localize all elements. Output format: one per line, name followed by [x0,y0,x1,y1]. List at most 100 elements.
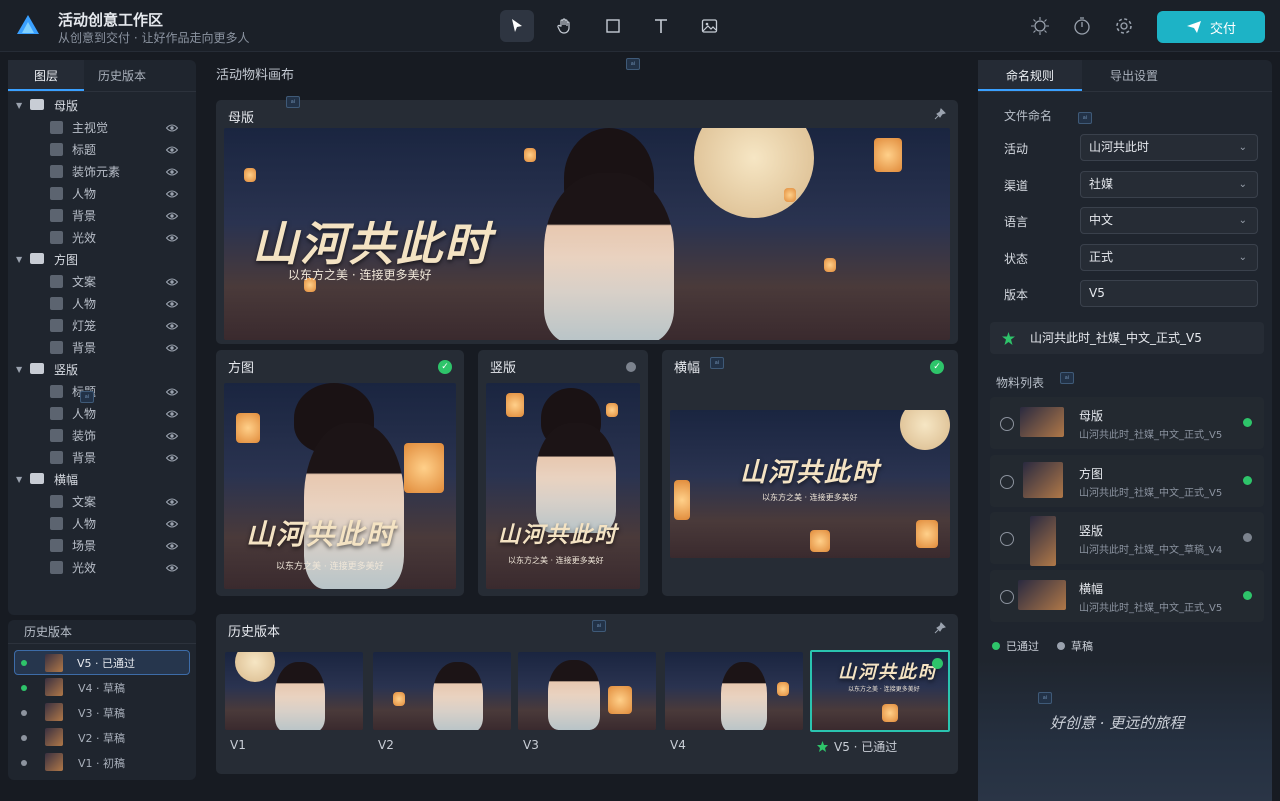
history-item[interactable]: V2 · 草稿 [8,725,196,750]
caret-down-icon[interactable]: ▼ [16,101,22,110]
history-item[interactable]: V1 · 初稿 [8,750,196,775]
eye-icon[interactable] [165,540,179,550]
select-tool[interactable] [500,10,534,42]
layer-item[interactable]: 灯笼 [8,314,196,336]
status-dot [21,709,27,716]
rectangle-tool[interactable] [596,10,630,42]
master-card[interactable]: 母版 山河共此时 以东方之美 · 连接更多美好 [216,100,958,344]
caret-down-icon[interactable]: ▼ [16,365,22,374]
image-tool[interactable] [692,10,726,42]
layer-group[interactable]: ▼ 母版 [8,94,196,116]
layer-group[interactable]: ▼ 竖版 [8,358,196,380]
banner-card[interactable]: 横幅 ✓ 山河共此时 以东方之美 · 连接更多美好 [662,350,958,596]
field-select[interactable]: 中文 ⌄ [1080,207,1258,234]
material-item[interactable]: 横幅 山河共此时_社媒_中文_正式_V5 [990,569,1264,622]
material-item[interactable]: 母版 山河共此时_社媒_中文_正式_V5 [990,397,1264,449]
radio-button[interactable] [1000,589,1014,604]
eye-icon[interactable] [165,430,179,440]
tab-naming-rules[interactable]: 命名规则 [978,60,1082,91]
layer-item[interactable]: 光效 [8,556,196,578]
history-thumb-v3[interactable] [518,652,656,730]
history-thumb-v5[interactable]: 山河共此时 以东方之美 · 连接更多美好 [810,650,950,732]
layer-item[interactable]: 人物 [8,402,196,424]
history-thumb-v1[interactable] [225,652,363,730]
history-item[interactable]: V3 · 草稿 [8,700,196,725]
banner-slogan: 以东方之美 · 连接更多美好 [762,493,858,502]
square-card[interactable]: 方图 ✓ 山河共此时 以东方之美 · 连接更多美好 [216,350,464,596]
layer-item[interactable]: 文案 [8,270,196,292]
field-select[interactable]: 正式 ⌄ [1080,243,1258,271]
material-item[interactable]: 方图 山河共此时_社媒_中文_正式_V5 [990,454,1264,507]
deliver-button[interactable]: 交付 [1157,11,1265,43]
layer-item[interactable]: 人物 [8,512,196,534]
history-thumb [45,703,63,721]
eye-icon[interactable] [165,122,179,132]
history-thumb [45,728,63,746]
eye-icon[interactable] [165,298,179,308]
eye-icon[interactable] [165,320,179,330]
layer-item[interactable]: 装饰元素 [8,160,196,182]
tab-export-settings[interactable]: 导出设置 [1082,60,1186,91]
history-thumb-v2[interactable] [373,652,511,730]
layer-item[interactable]: 装饰 [8,424,196,446]
tab-layers[interactable]: 图层 [8,60,84,91]
hand-tool[interactable] [548,10,582,42]
field-select[interactable]: 社媒 ⌄ [1080,170,1258,198]
eye-icon[interactable] [165,210,179,220]
eye-icon[interactable] [165,496,179,506]
tab-history[interactable]: 历史版本 [84,60,160,91]
history-thumb-v4[interactable] [665,652,803,730]
layer-item[interactable]: 背景 [8,446,196,468]
eye-icon[interactable] [165,342,179,352]
eye-icon[interactable] [165,518,179,528]
history-item[interactable]: V4 · 草稿 [8,675,196,700]
eye-icon[interactable] [165,452,179,462]
layer-item[interactable]: 文案 [8,490,196,512]
eye-icon[interactable] [165,408,179,418]
radio-button[interactable] [1000,417,1014,431]
eye-icon[interactable] [165,188,179,198]
layer-item[interactable]: 标题 [8,380,196,402]
layer-group[interactable]: ▼ 方图 [8,248,196,270]
gear-icon[interactable] [1114,16,1134,36]
pin-icon[interactable] [934,622,946,634]
layer-item[interactable]: 标题 [8,138,196,160]
history-item[interactable]: V5 · 已通过 [14,650,190,675]
layer-item[interactable]: 人物 [8,292,196,314]
field-label: 版本 [1004,288,1029,302]
version-input[interactable]: V5 [1080,280,1258,307]
layer-item[interactable]: 场景 [8,534,196,556]
eye-icon[interactable] [165,232,179,242]
layer-label: 背景 [72,208,97,223]
folder-icon [30,253,44,264]
eye-icon[interactable] [165,144,179,154]
vertical-card[interactable]: 竖版 山河共此时 以东方之美 · 连接更多美好 [478,350,648,596]
material-item[interactable]: 竖版 山河共此时_社媒_中文_草稿_V4 [990,512,1264,566]
sparkle-icon[interactable] [1030,16,1050,36]
caret-down-icon[interactable]: ▼ [16,255,22,264]
layer-thumb-icon [50,451,63,464]
caret-down-icon[interactable]: ▼ [16,475,22,484]
watermark-icon: ai [626,58,640,70]
field-select[interactable]: 山河共此时 ⌄ [1080,134,1258,161]
approved-seal-icon [817,741,828,752]
text-tool[interactable] [644,10,678,42]
folder-icon [30,473,44,484]
layer-item[interactable]: 光效 [8,226,196,248]
layer-item[interactable]: 人物 [8,182,196,204]
eye-icon[interactable] [165,562,179,572]
pin-icon[interactable] [934,108,946,120]
approved-check-icon [932,658,943,669]
eye-icon[interactable] [165,276,179,286]
eye-icon[interactable] [165,386,179,396]
eye-icon[interactable] [165,166,179,176]
timer-icon[interactable] [1072,16,1092,36]
layer-group[interactable]: ▼ 横幅 [8,468,196,490]
radio-button[interactable] [1000,532,1014,546]
layer-item[interactable]: 背景 [8,204,196,226]
radio-button[interactable] [1000,474,1014,489]
banner-headline: 山河共此时 [740,458,881,488]
layer-item[interactable]: 主视觉 [8,116,196,138]
layer-item[interactable]: 背景 [8,336,196,358]
material-name: 方图 [1079,466,1104,481]
